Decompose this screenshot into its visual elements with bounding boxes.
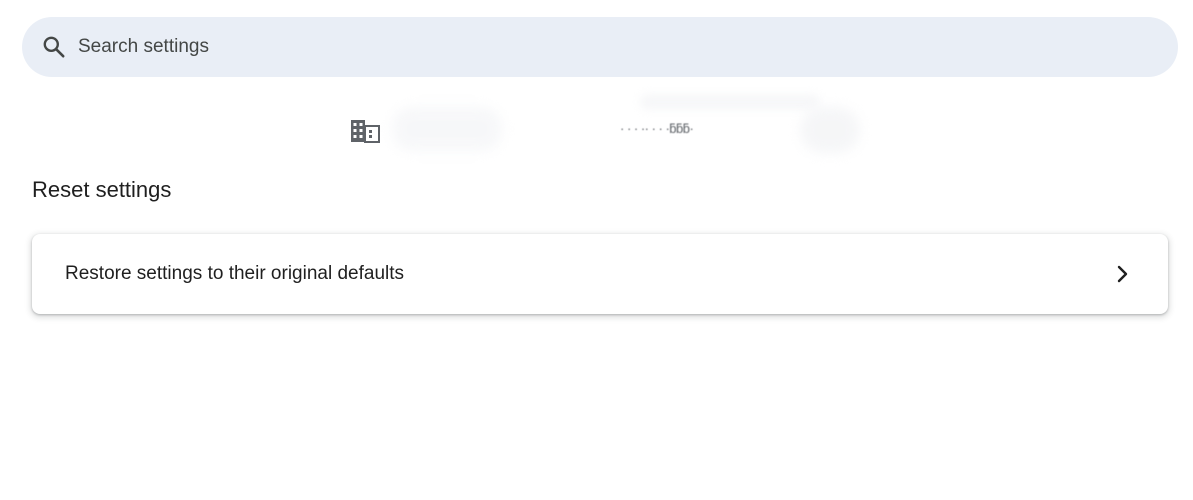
managed-by-text: · · · ·· · · ·ƃƃƃ· [620, 121, 694, 136]
section-title-reset-settings: Reset settings [32, 177, 172, 202]
building-icon [350, 119, 380, 143]
blurred-region [640, 95, 820, 109]
restore-defaults-label: Restore settings to their original defau… [65, 263, 405, 284]
restore-defaults-row[interactable]: Restore settings to their original defau… [32, 234, 1168, 314]
blurred-region [392, 107, 502, 151]
settings-page: · · · ·· · · ·ƃƃƃ· Reset settings Restor… [0, 0, 1193, 500]
reset-settings-card: Restore settings to their original defau… [32, 234, 1168, 314]
blurred-region [800, 107, 860, 153]
chevron-right-icon [1112, 264, 1132, 284]
search-input[interactable] [78, 27, 1078, 67]
search-bar[interactable] [22, 17, 1178, 77]
search-icon [38, 31, 70, 63]
managed-by-notice: · · · ·· · · ·ƃƃƃ· [0, 95, 1193, 165]
